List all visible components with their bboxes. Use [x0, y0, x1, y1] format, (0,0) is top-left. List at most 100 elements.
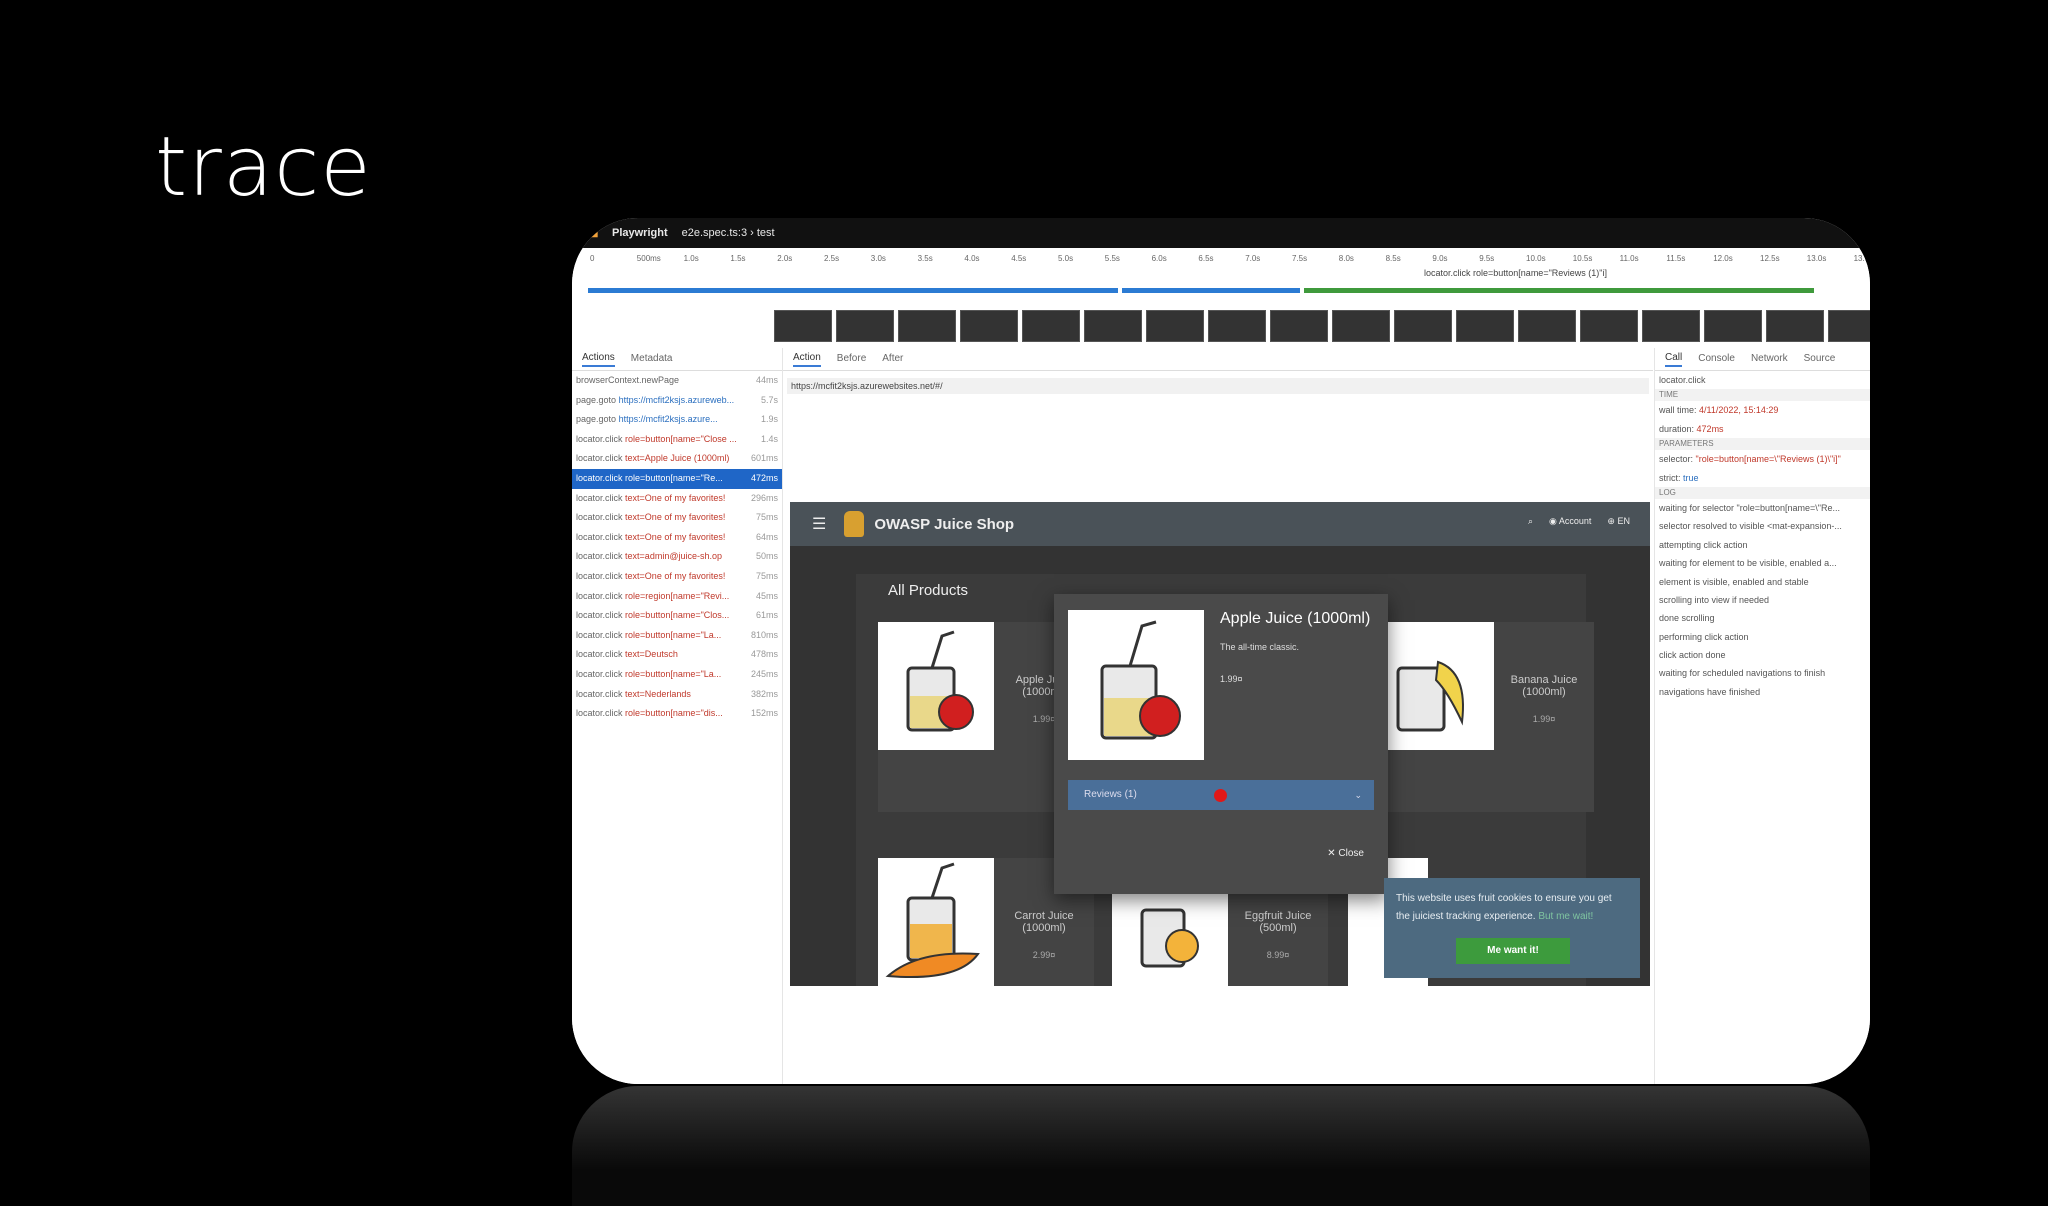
action-row[interactable]: locator.click text=One of my favorites! 7…	[572, 567, 782, 587]
log-line: selector resolved to visible <mat-expans…	[1659, 521, 1842, 532]
timeline-tick: 3.0s	[870, 254, 886, 263]
account-button[interactable]: ◉ Account	[1549, 516, 1591, 527]
filmstrip-frame[interactable]	[836, 310, 894, 342]
filmstrip-frame[interactable]	[960, 310, 1018, 342]
search-icon[interactable]: ⌕	[1528, 516, 1533, 527]
timeline-tick: 500ms	[636, 254, 661, 263]
action-row[interactable]: locator.click text=One of my favorites! 7…	[572, 508, 782, 528]
action-row[interactable]: page.goto https://mcfit2ksjs.azure... 1.9…	[572, 410, 782, 430]
action-row[interactable]: page.goto https://mcfit2ksjs.azureweb...…	[572, 391, 782, 411]
tab-after[interactable]: After	[882, 353, 903, 366]
timeline-tick: 6.5s	[1198, 254, 1214, 263]
filmstrip-frame[interactable]	[1332, 310, 1390, 342]
filmstrip-frame[interactable]	[1828, 310, 1870, 342]
filmstrip-frame[interactable]	[1394, 310, 1452, 342]
time-section: TIME	[1655, 389, 1870, 402]
log-line: waiting for element to be visible, enabl…	[1659, 558, 1837, 569]
action-duration: 245ms	[750, 668, 778, 679]
dialog-apple-juice-image	[1068, 610, 1204, 760]
action-row[interactable]: locator.click role=button[name="La... 245…	[572, 665, 782, 685]
duration-row: duration: 472ms	[1659, 423, 1724, 434]
details-panel: Call Console Network Source locator.clic…	[1654, 348, 1870, 1084]
tab-console[interactable]: Console	[1698, 353, 1735, 366]
log-line: element is visible, enabled and stable	[1659, 576, 1809, 587]
action-selector: role=region[name="Revi...	[625, 590, 730, 601]
snapshot-tabs: Action Before After	[783, 348, 1653, 371]
action-duration: 75ms	[755, 570, 778, 581]
filmstrip-frame[interactable]	[1208, 310, 1266, 342]
action-row[interactable]: locator.click text=Nederlands 382ms	[572, 685, 782, 705]
action-row[interactable]: locator.click text=One of my favorites! 2…	[572, 489, 782, 509]
action-row[interactable]: locator.click text=One of my favorites! 6…	[572, 528, 782, 548]
tab-call[interactable]: Call	[1665, 352, 1683, 367]
filmstrip-frame[interactable]	[1580, 310, 1638, 342]
action-duration: 75ms	[755, 512, 778, 523]
timeline-tick: 0	[590, 254, 595, 263]
filmstrip-frame[interactable]	[1146, 310, 1204, 342]
action-row[interactable]: locator.click role=button[name="dis... 15…	[572, 704, 782, 724]
filmstrip-frame[interactable]	[1518, 310, 1576, 342]
reviews-expander[interactable]: Reviews (1) ⌄	[1068, 780, 1374, 810]
filmstrip-frame[interactable]	[1456, 310, 1514, 342]
filmstrip-frame[interactable]	[898, 310, 956, 342]
log-line: scrolling into view if needed	[1659, 594, 1770, 605]
log-line: attempting click action	[1659, 539, 1748, 550]
timeline-tick: 1.5s	[730, 254, 746, 263]
shop-toolbar: ☰ OWASP Juice Shop ⌕ ◉ Account ⊕ EN	[790, 502, 1650, 546]
product-price: 2.99¤	[1032, 950, 1056, 960]
filmstrip-frame[interactable]	[1704, 310, 1762, 342]
close-icon: ✕	[1327, 848, 1336, 859]
menu-icon[interactable]: ☰	[812, 514, 826, 534]
timeline-tick: 5.0s	[1058, 254, 1074, 263]
filmstrip-frame[interactable]	[1642, 310, 1700, 342]
timeline-tick: 2.5s	[824, 254, 840, 263]
tab-before[interactable]: Before	[837, 353, 866, 366]
log-line: click action done	[1659, 650, 1726, 661]
timeline-tick: 11.0s	[1619, 254, 1639, 263]
action-selector: text=admin@juice-sh.op	[625, 551, 722, 562]
language-button[interactable]: ⊕ EN	[1607, 516, 1630, 527]
action-list: browserContext.newPage 44ms page.goto htt…	[572, 371, 782, 724]
action-row[interactable]: locator.click text=Apple Juice (1000ml) 6…	[572, 449, 782, 469]
timeline-bar-action[interactable]	[1122, 288, 1300, 293]
action-duration: 5.7s	[760, 394, 778, 405]
timeline-tick: 4.5s	[1011, 254, 1027, 263]
details-tabs: Call Console Network Source	[1655, 348, 1870, 371]
action-row[interactable]: locator.click role=button[name="Clos... 6…	[572, 606, 782, 626]
product-tile-banana[interactable]: Banana Juice (1000ml) 1.99¤	[1378, 622, 1594, 812]
product-title: Carrot Juice (1000ml)	[1014, 910, 1074, 934]
action-row[interactable]: locator.click role=region[name="Revi... 4…	[572, 587, 782, 607]
action-row[interactable]: locator.click text=Deutsch 478ms	[572, 645, 782, 665]
wall-time-row: wall time: 4/11/2022, 15:14:29	[1659, 405, 1779, 416]
action-selector: text=One of my favorites!	[625, 512, 726, 523]
filmstrip-frame[interactable]	[1084, 310, 1142, 342]
action-row[interactable]: locator.click text=admin@juice-sh.op 50ms	[572, 547, 782, 567]
action-selector: text=One of my favorites!	[625, 531, 726, 542]
tab-source[interactable]: Source	[1804, 353, 1836, 366]
action-selector: role=button[name="La...	[625, 668, 722, 679]
timeline-bar-navigation[interactable]	[588, 288, 1118, 293]
tab-network[interactable]: Network	[1751, 353, 1788, 366]
filmstrip-frame[interactable]	[774, 310, 832, 342]
timeline-hover-label: locator.click role=button[name="Reviews …	[1424, 268, 1607, 278]
close-button[interactable]: ✕ Close	[1327, 848, 1364, 859]
cookie-accept-button[interactable]: Me want it!	[1456, 938, 1570, 964]
app-name: Playwright	[612, 227, 668, 239]
tab-action[interactable]: Action	[793, 352, 821, 367]
filmstrip-frame[interactable]	[1270, 310, 1328, 342]
filmstrip-frame[interactable]	[1022, 310, 1080, 342]
tab-actions[interactable]: Actions	[582, 352, 615, 367]
action-duration: 478ms	[750, 649, 778, 660]
action-row[interactable]: locator.click role=button[name="Re... 472…	[572, 468, 782, 489]
tab-metadata[interactable]: Metadata	[631, 353, 673, 366]
timeline-tick: 2.0s	[777, 254, 793, 263]
action-row[interactable]: locator.click role=button[name="Close ..…	[572, 430, 782, 450]
log-list: waiting for selector "role=button[name=\…	[1655, 499, 1870, 701]
action-row[interactable]: browserContext.newPage 44ms	[572, 371, 782, 391]
cookie-learn-more-link[interactable]: But me wait!	[1538, 911, 1593, 922]
timeline-bar-network[interactable]	[1304, 288, 1814, 293]
trace-header: ◢ Playwright e2e.spec.ts:3 › test	[572, 218, 1870, 248]
strict-value: true	[1683, 472, 1699, 483]
filmstrip-frame[interactable]	[1766, 310, 1824, 342]
action-row[interactable]: locator.click role=button[name="La... 810…	[572, 626, 782, 646]
